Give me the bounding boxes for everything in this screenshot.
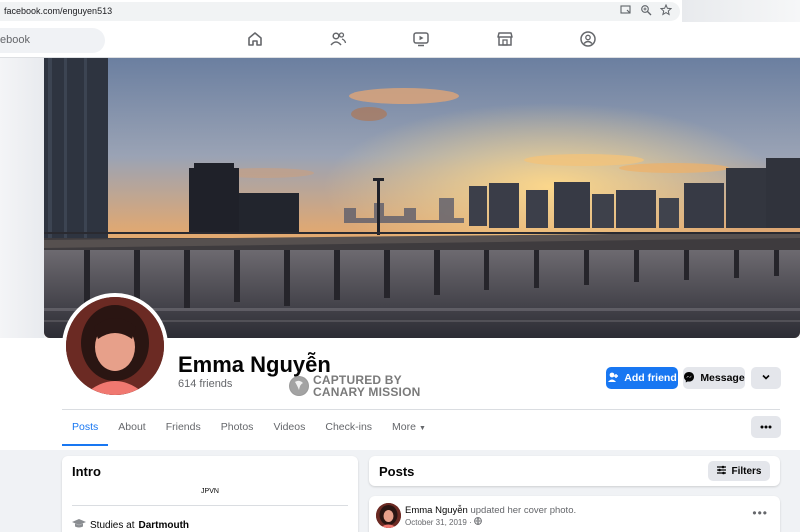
cover-photo-scene [44,58,800,338]
intro-title: Intro [72,464,101,479]
education-row: Studies at Dartmouth [72,518,189,532]
avatar-portrait [66,297,164,395]
tab-videos[interactable]: Videos [263,410,315,446]
posts-title: Posts [379,464,415,479]
post-options-icon[interactable]: ••• [752,506,768,520]
add-friend-label: Add friend [624,372,677,384]
tab-more[interactable]: More ▼ [382,410,436,446]
post-card: Emma Nguyễn updated her cover photo. Oct… [369,496,780,532]
tab-posts[interactable]: Posts [62,410,109,446]
friends-count[interactable]: 614 friends [178,378,232,390]
tab-about[interactable]: About [108,410,155,446]
intro-card: Intro JPVN Studies at Dartmouth [62,456,358,532]
friends-icon[interactable] [329,30,347,48]
watermark-logo [289,376,309,396]
post-author-avatar[interactable] [376,503,401,528]
watch-icon[interactable] [412,30,430,48]
home-icon[interactable] [246,30,264,48]
education-prefix: Studies at [90,520,135,531]
posts-header-card: Posts Filters [369,456,780,486]
bookmark-star-icon[interactable] [659,3,673,16]
watermark: CAPTURED BY CANARY MISSION [289,374,449,402]
filters-label: Filters [731,465,762,477]
url-text: facebook.com/enguyen513 [4,6,113,16]
add-friend-icon [607,371,619,386]
tab-photos[interactable]: Photos [211,410,264,446]
cover-photo[interactable] [44,58,800,338]
message-label: Message [700,372,745,384]
post-action-text: updated her cover photo. [470,505,577,516]
profile-options-button[interactable] [751,367,781,389]
install-app-icon[interactable] [620,3,632,15]
graduation-cap-icon [72,518,86,532]
education-school[interactable]: Dartmouth [138,520,189,531]
tabs-overflow-button[interactable] [751,416,781,438]
message-button[interactable]: Message [683,367,745,389]
add-friend-button[interactable]: Add friend [606,367,678,389]
post-date[interactable]: October 31, 2019 [405,518,467,527]
post-separator: · [469,518,472,527]
chevron-down-icon [761,372,771,385]
tab-friends[interactable]: Friends [156,410,211,446]
tab-check-ins[interactable]: Check-ins [315,410,382,446]
intro-bio: JPVN [201,488,219,495]
profile-tabs: Posts About Friends Photos Videos Check-… [62,410,436,446]
extensions-area [682,0,800,22]
messenger-icon [683,371,695,386]
intro-divider [72,505,348,506]
filters-icon [716,465,727,478]
facebook-top-nav: ebook [0,22,800,58]
groups-icon[interactable] [579,30,597,48]
filters-button[interactable]: Filters [708,461,770,481]
more-dots-icon [760,425,772,429]
cover-left-margin [0,58,44,338]
url-field[interactable]: facebook.com/enguyen513 [0,2,680,21]
zoom-icon[interactable] [640,3,652,16]
tab-more-label: More [392,421,416,433]
watermark-line-2: CANARY MISSION [313,385,421,399]
post-header-line: Emma Nguyễn updated her cover photo. [405,505,576,516]
marketplace-icon[interactable] [496,30,514,48]
browser-address-bar: facebook.com/enguyen513 [0,0,800,22]
audience-globe-icon [474,517,482,527]
caret-down-icon: ▼ [418,425,426,432]
post-meta: October 31, 2019 · [405,517,482,527]
profile-avatar[interactable] [62,293,168,399]
post-author-name[interactable]: Emma Nguyễn [405,505,468,516]
